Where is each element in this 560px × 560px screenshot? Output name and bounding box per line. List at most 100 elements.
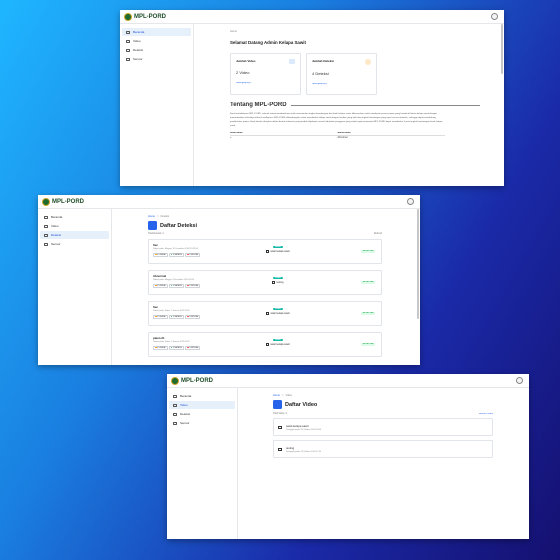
status-badge: DETECTED — [361, 312, 375, 315]
breadcrumb: Home > Deteksi — [148, 215, 382, 218]
video-icon — [126, 39, 130, 43]
sidebar-item-sensor[interactable]: Sensor — [122, 55, 191, 63]
detection-list: Sec Dibuat pada: Minggu, 15 Desember 202… — [148, 239, 382, 357]
brand-name: MPL-PORD — [181, 377, 213, 384]
logo-emblem-icon — [171, 376, 179, 385]
sidebar: Beranda Video Deteksi Sensor — [167, 388, 238, 539]
video-row[interactable]: sawit kelapa sawit Diunggah pada: 24 Okt… — [273, 418, 493, 436]
source-badge: VIDEO — [273, 338, 283, 342]
user-avatar-icon[interactable] — [407, 198, 414, 205]
breadcrumb-home[interactable]: Home — [230, 30, 237, 33]
sidebar-item-video[interactable]: Video — [169, 401, 235, 409]
tag-label: 4 DIPAKAI — [157, 316, 166, 318]
sensor-icon — [173, 421, 177, 425]
detection-icon — [44, 233, 48, 237]
detection-row[interactable]: Abnormal Dibuat pada: Minggu, 8 Desember… — [148, 270, 382, 295]
video-icon — [266, 312, 270, 315]
detection-row[interactable]: Sec Dibuat pada: Rabu, 1 Januari 2025 08… — [148, 301, 382, 326]
refresh-button[interactable]: Refresh — [374, 233, 382, 235]
sidebar-item-deteksi[interactable]: Deteksi — [169, 410, 235, 418]
user-avatar-icon[interactable] — [516, 377, 523, 384]
breadcrumb-separator: > — [156, 215, 159, 218]
class-table: Kode Kelas Nama Kelas 0 Abnormal — [230, 131, 445, 140]
breadcrumb-home[interactable]: Home — [148, 215, 155, 218]
video-icon — [278, 447, 282, 451]
sidebar-item-deteksi[interactable]: Deteksi — [40, 231, 109, 239]
ripeness-tag: 2 MENTAH — [185, 345, 201, 351]
ripeness-tag: 4 DIPAKAI — [153, 252, 168, 258]
video-main: Home > Video Daftar Video Total Video: 2 T… — [238, 388, 529, 539]
home-icon — [173, 394, 177, 398]
detection-row[interactable]: Sec Dibuat pada: Minggu, 15 Desember 202… — [148, 239, 382, 264]
tag-label: 2 MENTAH — [189, 347, 199, 349]
detection-icon — [173, 412, 177, 416]
tag-label: 0 MATANG — [173, 316, 182, 318]
detection-row[interactable]: paten-21 Dibuat pada: Rabu, 1 Januari 20… — [148, 332, 382, 357]
ripeness-tag: 0 MATANG — [168, 345, 185, 351]
sidebar-item-beranda[interactable]: Beranda — [169, 392, 235, 400]
video-name[interactable]: sawit kelapa sawit — [270, 250, 289, 253]
breadcrumb-home[interactable]: Home — [273, 394, 280, 397]
sidebar-item-label: Video — [133, 39, 141, 43]
stat-card-title: Jumlah Video — [236, 59, 256, 63]
breadcrumb-current: Deteksi — [160, 215, 170, 218]
video-row[interactable]: testing Diunggah pada: 24 Oktober 2024 1… — [273, 440, 493, 458]
video-icon — [278, 425, 282, 429]
sidebar-item-video[interactable]: Video — [122, 37, 191, 45]
stat-card-value: 2 Video — [236, 70, 250, 75]
home-icon — [126, 30, 130, 34]
video-icon — [266, 343, 270, 346]
add-video-button[interactable]: Tambah Video — [478, 413, 493, 415]
sidebar-item-label: Sensor — [133, 57, 143, 61]
tag-label: 2 MENTAH — [189, 285, 199, 287]
ripeness-tag: 0 MATANG — [168, 283, 185, 289]
video-name[interactable]: sawit kelapa sawit — [270, 312, 289, 315]
sidebar-item-beranda[interactable]: Beranda — [122, 28, 191, 36]
top-bar: MPL-PORD — [38, 195, 420, 209]
sidebar-item-deteksi[interactable]: Deteksi — [122, 46, 191, 54]
user-avatar-icon[interactable] — [491, 13, 498, 20]
tag-label: 4 DIPAKAI — [157, 285, 166, 287]
brand-logo[interactable]: MPL-PORD — [42, 197, 84, 206]
dashboard-main: Home Selamat Datang Admin Kelapa Sawit J… — [194, 24, 504, 186]
stat-card-title: Jumlah Deteksi — [312, 59, 335, 63]
sidebar-item-label: Beranda — [51, 215, 63, 219]
scrollbar[interactable] — [417, 209, 419, 319]
top-bar: MPL-PORD — [120, 10, 504, 24]
top-bar: MPL-PORD — [167, 374, 529, 388]
video-name[interactable]: sawit kelapa sawit — [270, 343, 289, 346]
sidebar-item-label: Deteksi — [180, 412, 191, 416]
brand-logo[interactable]: MPL-PORD — [171, 376, 213, 385]
sidebar-item-sensor[interactable]: Sensor — [169, 419, 235, 427]
sidebar-item-label: Video — [51, 224, 59, 228]
stat-card-link[interactable]: Selengkapnya — [312, 83, 371, 85]
video-icon — [173, 403, 177, 407]
total-count: Total Deteksi: 4 — [148, 233, 164, 235]
ripeness-tag: 0 MATANG — [168, 314, 185, 320]
stat-card-deteksi: Jumlah Deteksi 4 Deteksi Selengkapnya — [306, 53, 377, 95]
source-badge: VIDEO — [273, 276, 283, 280]
breadcrumb: Home > Video — [273, 394, 493, 397]
scrollbar[interactable] — [501, 24, 503, 74]
tag-label: 4 DIPAKAI — [157, 254, 166, 256]
ripeness-tag: 4 DIPAKAI — [153, 345, 168, 351]
brand-logo[interactable]: MPL-PORD — [124, 12, 166, 21]
tag-label: 0 MATANG — [173, 347, 182, 349]
video-meta: Diunggah pada: 24 Oktober 2024 17:59 — [286, 450, 322, 453]
video-list-screenshot: MPL-PORD Beranda Video Deteksi Sensor Ho… — [167, 374, 529, 539]
sidebar-item-beranda[interactable]: Beranda — [40, 213, 109, 221]
sidebar-item-label: Sensor — [51, 242, 61, 246]
video-name[interactable]: testing — [276, 281, 283, 284]
table-cell: Abnormal — [337, 137, 348, 140]
status-badge: DETECTED — [361, 281, 375, 284]
sidebar-item-sensor[interactable]: Sensor — [40, 240, 109, 248]
ripeness-tag: 2 MENTAH — [185, 283, 201, 289]
status-badge: DETECTED — [361, 250, 375, 253]
breadcrumb: Home — [230, 30, 480, 33]
welcome-heading: Selamat Datang Admin Kelapa Sawit — [230, 40, 306, 45]
breadcrumb-current: Video — [285, 394, 293, 397]
sidebar-item-video[interactable]: Video — [40, 222, 109, 230]
sidebar: Beranda Video Deteksi Sensor — [38, 209, 112, 365]
video-icon — [44, 224, 48, 228]
stat-card-link[interactable]: Selengkapnya — [236, 82, 295, 84]
